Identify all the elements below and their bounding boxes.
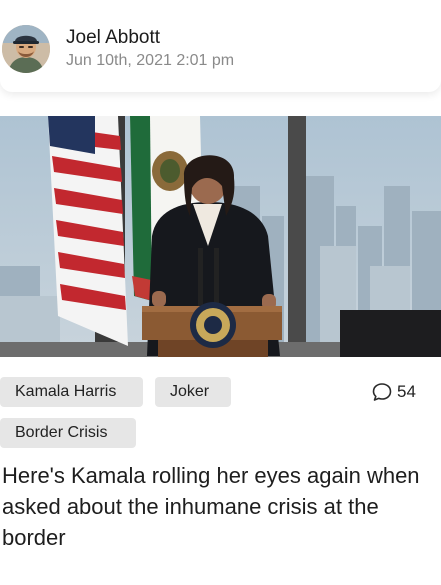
author-name[interactable]: Joel Abbott xyxy=(66,27,160,49)
post-caption: Here's Kamala rolling her eyes again whe… xyxy=(2,463,420,550)
comment-bubble-icon xyxy=(372,383,392,401)
tag-kamala-harris[interactable]: Kamala Harris xyxy=(0,377,143,407)
comments-button[interactable]: 54 xyxy=(371,380,416,404)
post-header: Joel Abbott Jun 10th, 2021 2:01 pm xyxy=(0,0,441,92)
post-photo-illustration xyxy=(0,116,441,357)
tag-joker[interactable]: Joker xyxy=(155,377,231,407)
author-avatar[interactable] xyxy=(2,25,50,73)
comment-count: 54 xyxy=(397,382,416,401)
post-timestamp: Jun 10th, 2021 2:01 pm xyxy=(66,52,235,69)
post-card: Joel Abbott Jun 10th, 2021 2:01 pm Kamal… xyxy=(0,0,441,585)
avatar-image xyxy=(2,25,50,73)
tag-border-crisis[interactable]: Border Crisis xyxy=(0,418,136,448)
post-image[interactable] xyxy=(0,116,441,357)
